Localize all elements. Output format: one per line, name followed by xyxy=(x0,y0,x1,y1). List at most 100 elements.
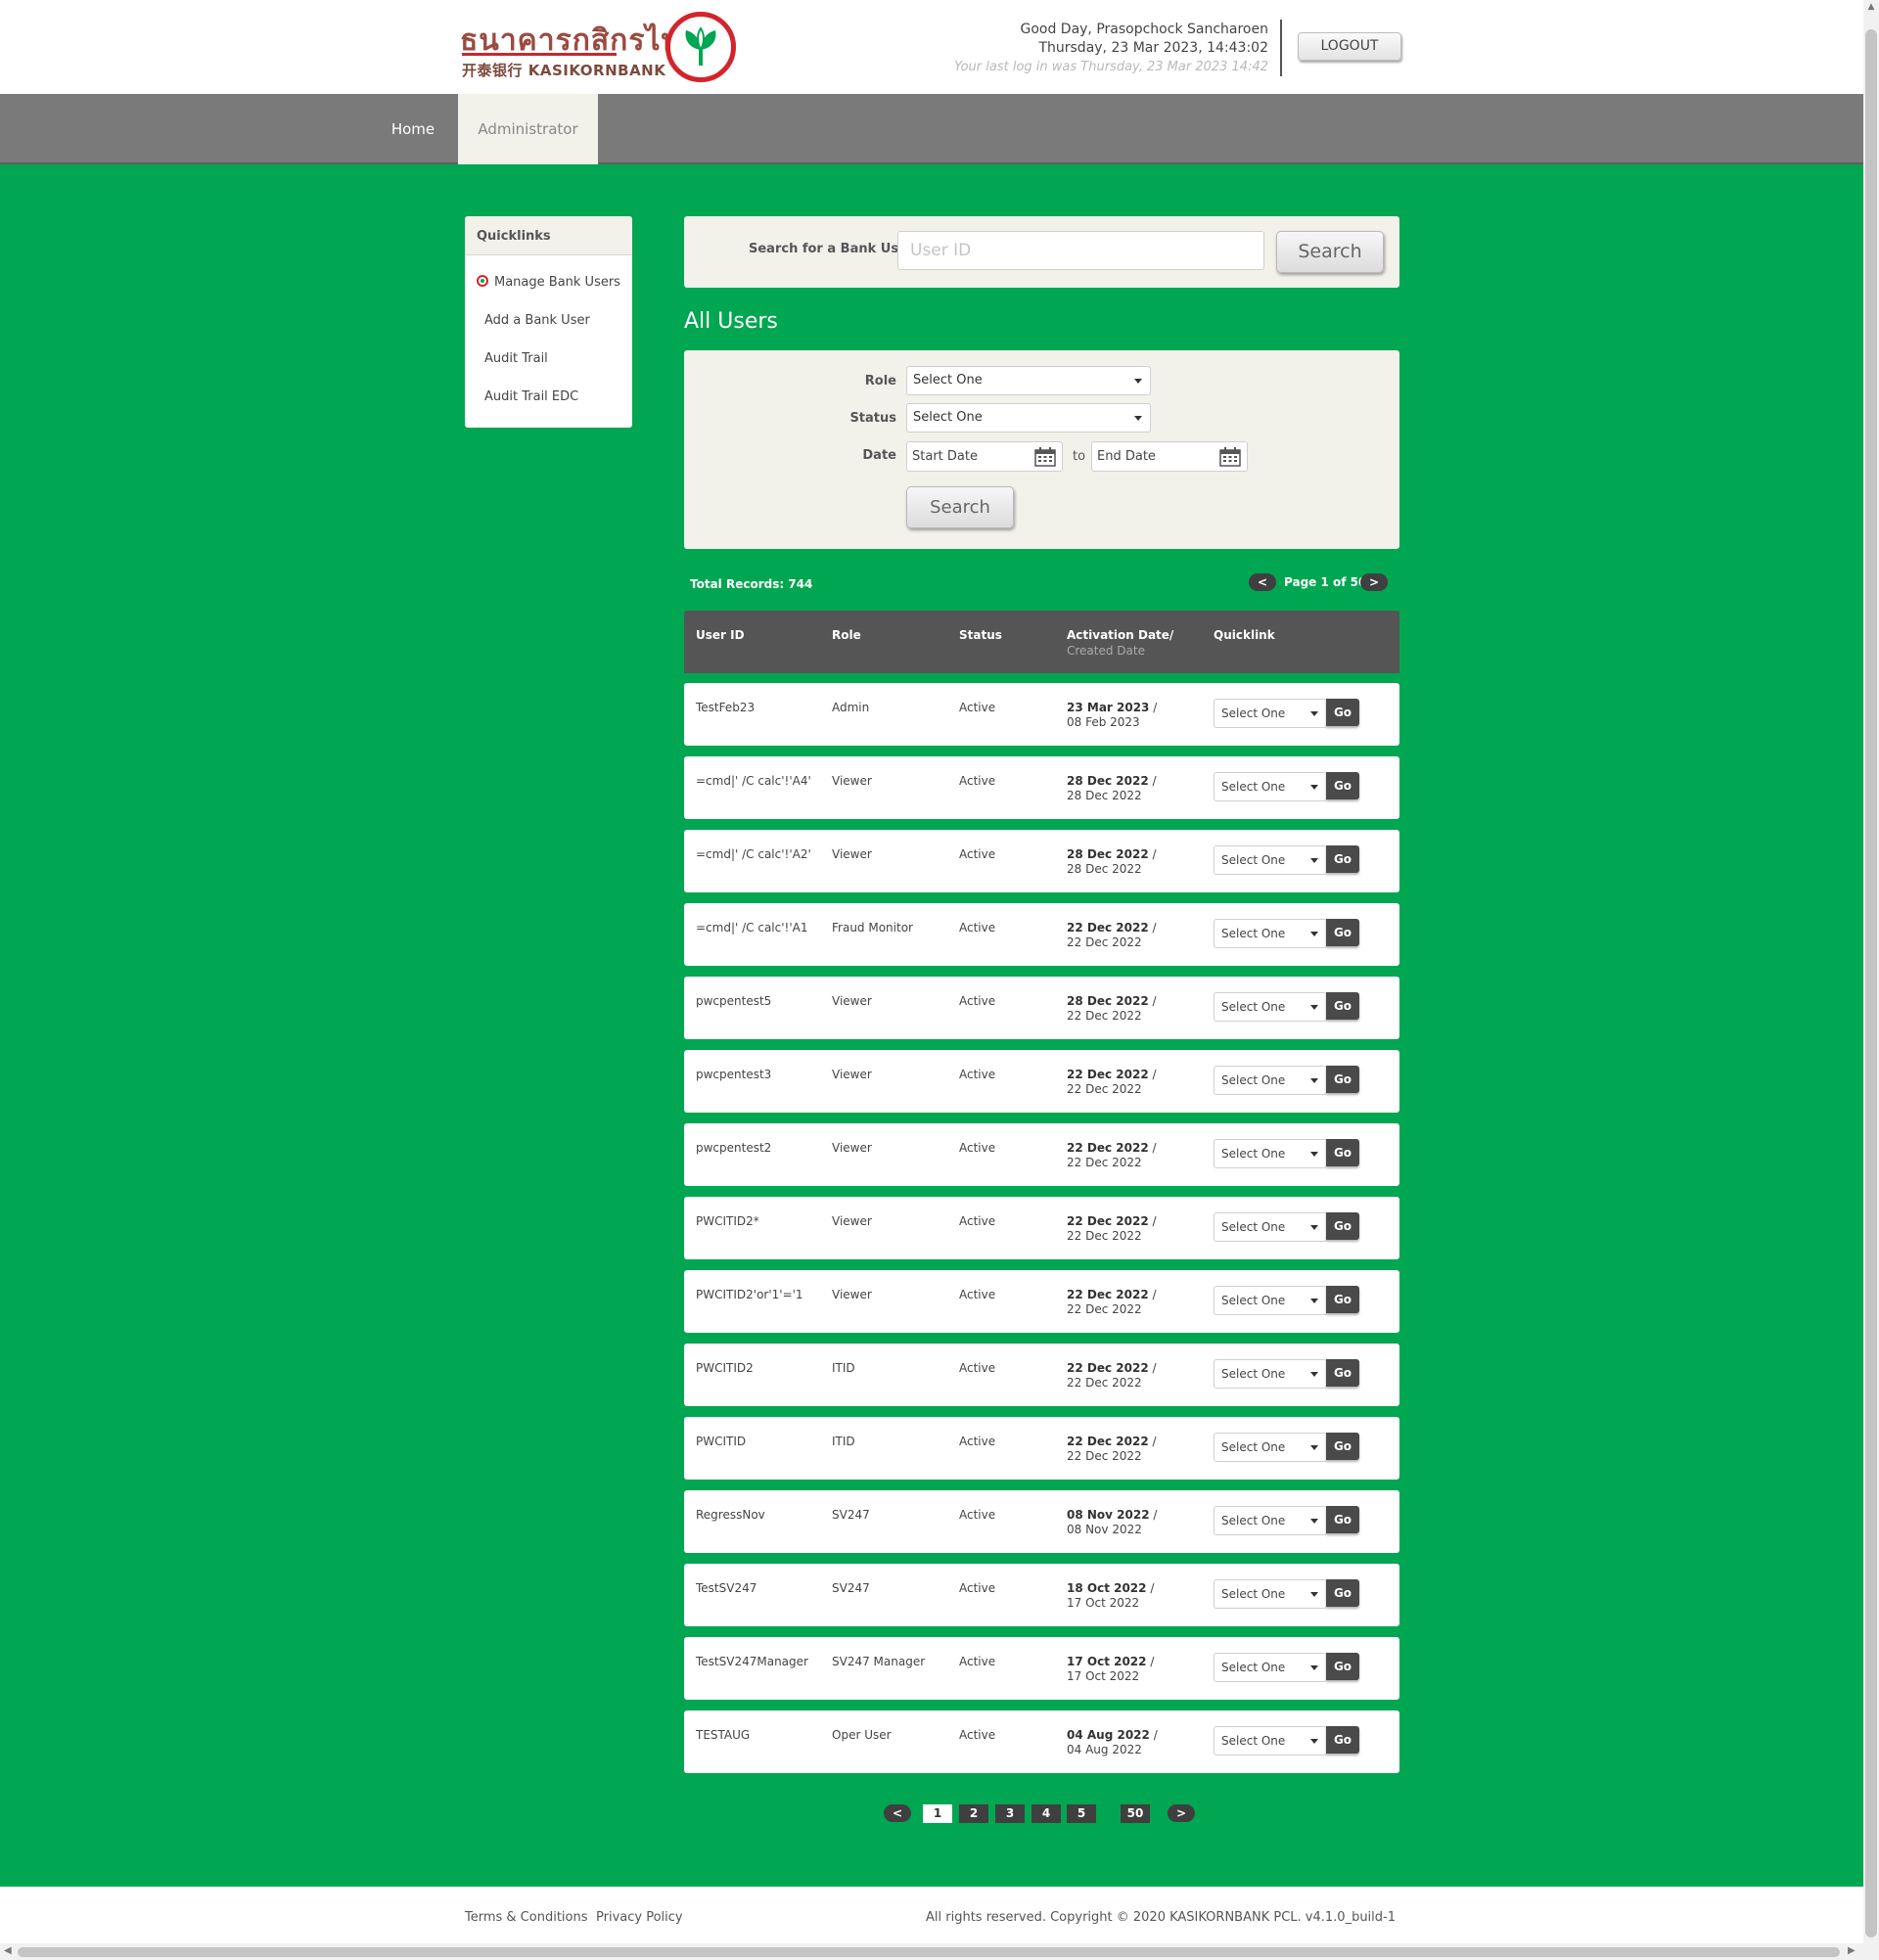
row-go-button[interactable]: Go xyxy=(1326,919,1359,946)
page-link-1[interactable]: 1 xyxy=(923,1804,952,1823)
cell-status: Active xyxy=(959,1508,996,1522)
cell-dates: 22 Dec 2022 /22 Dec 2022 xyxy=(1067,1214,1157,1243)
role-select[interactable]: Select One xyxy=(906,366,1151,395)
cell-user-id: PWCITID xyxy=(696,1435,747,1448)
col-status[interactable]: Status xyxy=(959,628,1002,642)
horizontal-scroll-thumb[interactable] xyxy=(18,1947,1840,1957)
cell-created-date: 04 Aug 2022 xyxy=(1067,1743,1142,1756)
chevron-down-icon xyxy=(1310,1739,1318,1744)
chevron-down-icon xyxy=(1310,1152,1318,1157)
row-go-button[interactable]: Go xyxy=(1326,1359,1359,1387)
prev-page-icon[interactable]: < xyxy=(1249,573,1276,591)
row-quicklink-select[interactable]: Select One xyxy=(1214,1726,1327,1755)
col-activation-date[interactable]: Activation Date/ Created Date xyxy=(1067,628,1173,658)
col-role[interactable]: Role xyxy=(832,628,861,642)
quicklink-add-bank-user[interactable]: Add a Bank User xyxy=(484,313,590,328)
nav-tab-administrator[interactable]: Administrator xyxy=(458,94,598,172)
privacy-link[interactable]: Privacy Policy xyxy=(596,1910,683,1925)
row-quicklink-select[interactable]: Select One xyxy=(1214,1286,1327,1315)
row-go-button[interactable]: Go xyxy=(1326,699,1359,726)
row-go-button[interactable]: Go xyxy=(1326,1212,1359,1240)
row-quicklink-select[interactable]: Select One xyxy=(1214,1579,1327,1609)
page-link-4[interactable]: 4 xyxy=(1031,1804,1061,1823)
end-date-input[interactable]: End Date xyxy=(1091,441,1248,472)
row-quicklink-select[interactable]: Select One xyxy=(1214,1066,1327,1095)
nav-tab-administrator-label: Administrator xyxy=(478,120,578,138)
row-quicklink-select[interactable]: Select One xyxy=(1214,1139,1327,1168)
row-go-button[interactable]: Go xyxy=(1326,1506,1359,1533)
quicklink-audit-trail[interactable]: Audit Trail xyxy=(484,351,548,366)
page-link-50[interactable]: 50 xyxy=(1121,1804,1150,1823)
cell-created-date: 22 Dec 2022 xyxy=(1067,1229,1142,1243)
row-quicklink-select[interactable]: Select One xyxy=(1214,1359,1327,1389)
col-user-id[interactable]: User ID xyxy=(696,628,745,642)
row-quicklink-select[interactable]: Select One xyxy=(1214,1212,1327,1242)
table-row: TestSV247 SV247 Active 18 Oct 2022 /17 Oct … xyxy=(684,1564,1399,1626)
row-quicklink-value: Select One xyxy=(1221,1294,1286,1307)
cell-status: Active xyxy=(959,921,996,934)
chevron-down-icon xyxy=(1310,1005,1318,1010)
prev-page-icon[interactable]: < xyxy=(884,1804,911,1822)
cell-dates: 17 Oct 2022 /17 Oct 2022 xyxy=(1067,1655,1155,1683)
next-page-icon[interactable]: > xyxy=(1168,1804,1195,1822)
table-row: =cmd|' /C calc'!'A4' Viewer Active 28 Dec 2… xyxy=(684,756,1399,819)
cell-created-date: 08 Feb 2023 xyxy=(1067,715,1140,729)
row-go-button[interactable]: Go xyxy=(1326,1066,1359,1093)
row-quicklink-value: Select One xyxy=(1221,780,1286,794)
scroll-left-icon[interactable]: ◀ xyxy=(4,1945,12,1956)
start-date-input[interactable]: Start Date xyxy=(906,441,1063,472)
row-quicklink-select[interactable]: Select One xyxy=(1214,845,1327,875)
row-quicklink-select[interactable]: Select One xyxy=(1214,1506,1327,1535)
cell-status: Active xyxy=(959,1581,996,1595)
calendar-icon[interactable] xyxy=(1034,447,1056,467)
nav-tab-home[interactable]: Home xyxy=(374,94,452,164)
row-quicklink-select[interactable]: Select One xyxy=(1214,699,1327,728)
row-go-button[interactable]: Go xyxy=(1326,1726,1359,1754)
row-quicklink-select[interactable]: Select One xyxy=(1214,1433,1327,1462)
row-go-button[interactable]: Go xyxy=(1326,772,1359,799)
page-link-5[interactable]: 5 xyxy=(1067,1804,1096,1823)
status-select-value: Select One xyxy=(913,410,983,425)
row-go-button[interactable]: Go xyxy=(1326,1286,1359,1313)
quicklinks-panel: Quicklinks Manage Bank Users Add a Bank … xyxy=(465,216,632,428)
row-go-button[interactable]: Go xyxy=(1326,845,1359,873)
page-link-2[interactable]: 2 xyxy=(959,1804,988,1823)
cell-dates: 22 Dec 2022 /22 Dec 2022 xyxy=(1067,1288,1157,1316)
row-go-button[interactable]: Go xyxy=(1326,1653,1359,1680)
role-label: Role xyxy=(864,374,896,388)
row-quicklink-select[interactable]: Select One xyxy=(1214,919,1327,948)
quicklink-manage-bank-users[interactable]: Manage Bank Users xyxy=(477,275,620,290)
scroll-up-icon[interactable]: ▲ xyxy=(1865,2,1877,16)
user-info: Good Day, Prasopchock Sancharoen Thursda… xyxy=(954,21,1268,76)
row-quicklink-select[interactable]: Select One xyxy=(1214,772,1327,801)
cell-status: Active xyxy=(959,1655,996,1668)
cell-role: Admin xyxy=(832,701,870,714)
next-page-icon[interactable]: > xyxy=(1360,573,1388,591)
vertical-scroll-thumb[interactable] xyxy=(1865,29,1877,1937)
row-go-button[interactable]: Go xyxy=(1326,1433,1359,1460)
row-go-button[interactable]: Go xyxy=(1326,992,1359,1020)
page-link-3[interactable]: 3 xyxy=(995,1804,1025,1823)
main-content: Quicklinks Manage Bank Users Add a Bank … xyxy=(0,164,1863,1887)
row-go-button[interactable]: Go xyxy=(1326,1579,1359,1607)
row-quicklink-select[interactable]: Select One xyxy=(1214,992,1327,1022)
chevron-down-icon xyxy=(1310,1225,1318,1230)
row-go-button[interactable]: Go xyxy=(1326,1139,1359,1166)
cell-dates: 28 Dec 2022 /22 Dec 2022 xyxy=(1067,994,1157,1023)
quicklink-audit-trail-edc[interactable]: Audit Trail EDC xyxy=(484,389,578,404)
logout-button[interactable]: LOGOUT xyxy=(1298,32,1401,61)
cell-role: Viewer xyxy=(832,1214,872,1228)
status-select[interactable]: Select One xyxy=(906,403,1151,433)
scroll-right-icon[interactable]: ▶ xyxy=(1848,1945,1856,1956)
logo-underline xyxy=(462,53,617,56)
cell-created-date: 22 Dec 2022 xyxy=(1067,1449,1142,1463)
search-button[interactable]: Search xyxy=(1276,231,1384,273)
terms-link[interactable]: Terms & Conditions xyxy=(465,1910,588,1925)
row-quicklink-select[interactable]: Select One xyxy=(1214,1653,1327,1682)
cell-activation-date: 22 Dec 2022 xyxy=(1067,1288,1149,1301)
filter-search-button[interactable]: Search xyxy=(906,486,1014,528)
table-row: =cmd|' /C calc'!'A2' Viewer Active 28 Dec 2… xyxy=(684,830,1399,892)
cell-dates: 04 Aug 2022 /04 Aug 2022 xyxy=(1067,1728,1158,1756)
user-id-search-input[interactable] xyxy=(897,231,1264,270)
calendar-icon[interactable] xyxy=(1219,447,1241,467)
